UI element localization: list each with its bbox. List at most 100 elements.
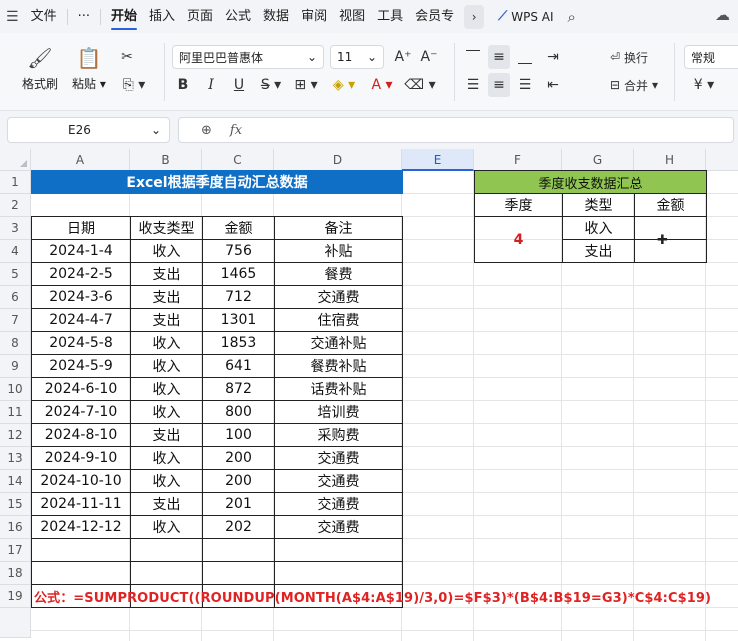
format-painter-button[interactable]: 🖌 格式刷 (22, 45, 58, 92)
cloud-icon[interactable]: ☁ (715, 6, 730, 24)
zoom-icon[interactable]: ⊕ (201, 123, 212, 138)
table-cell[interactable]: 2024-1-4 (31, 239, 131, 263)
row-header-11[interactable]: 11 (0, 401, 31, 424)
font-color-icon[interactable]: A ▾ (366, 73, 398, 97)
strikethrough-icon[interactable]: S̶ ▾ (256, 73, 286, 97)
align-bottom-icon[interactable]: ⎽ (514, 45, 536, 69)
row-header-5[interactable]: 5 (0, 263, 31, 286)
table-cell[interactable]: 2024-11-11 (31, 492, 131, 516)
table-cell[interactable]: 交通费 (274, 515, 403, 539)
align-right-icon[interactable]: ☰ (514, 73, 536, 97)
summary-type-cell[interactable]: 收入 (562, 216, 635, 240)
table-cell[interactable]: 756 (202, 239, 275, 263)
align-middle-icon[interactable]: ≡ (488, 45, 510, 69)
font-name-select[interactable]: 阿里巴巴普惠体 ⌄ (172, 45, 324, 69)
search-icon[interactable]: ⌕ (568, 8, 576, 26)
table-cell[interactable]: 712 (202, 285, 275, 309)
column-header-c[interactable]: C (202, 149, 274, 171)
tab-view[interactable]: 视图 (333, 0, 371, 33)
row-header-7[interactable]: 7 (0, 309, 31, 332)
tab-home[interactable]: 开始 (105, 0, 143, 33)
name-box[interactable]: E26 ⌄ (7, 117, 170, 143)
align-center-icon[interactable]: ≡ (488, 73, 510, 97)
currency-button[interactable]: ¥ ▾ (688, 73, 720, 97)
table-cell[interactable]: 支出 (130, 492, 203, 516)
select-all-corner[interactable] (0, 149, 31, 171)
decrease-font-icon[interactable]: A⁻ (418, 45, 440, 69)
fill-color-icon[interactable]: ◈ ▾ (328, 73, 360, 97)
column-header-h[interactable]: H (634, 149, 706, 171)
table-cell[interactable]: 100 (202, 423, 275, 447)
row-header-17[interactable]: 17 (0, 539, 31, 562)
table-cell[interactable]: 1465 (202, 262, 275, 286)
formula-input[interactable]: ⊕ fx (178, 117, 734, 143)
table-cell[interactable]: 800 (202, 400, 275, 424)
summary-season-cell[interactable]: 4 (474, 216, 563, 263)
column-header-a[interactable]: A (31, 149, 130, 171)
align-top-icon[interactable]: ⎺ (462, 45, 484, 69)
table-cell[interactable]: 收入 (130, 239, 203, 263)
bold-button[interactable]: B (172, 73, 194, 97)
summary-amount-cell[interactable] (634, 216, 707, 240)
empty-table-cell[interactable] (31, 538, 131, 562)
table-cell[interactable]: 2024-7-10 (31, 400, 131, 424)
row-header-14[interactable]: 14 (0, 470, 31, 493)
cut-icon[interactable]: ✂ (116, 45, 138, 69)
column-header-g[interactable]: G (562, 149, 634, 171)
table-cell[interactable]: 872 (202, 377, 275, 401)
increase-font-icon[interactable]: A⁺ (392, 45, 414, 69)
summary-type-cell[interactable]: 支出 (562, 239, 635, 263)
row-header-6[interactable]: 6 (0, 286, 31, 309)
table-cell[interactable]: 2024-9-10 (31, 446, 131, 470)
summary-header-cell[interactable]: 金额 (634, 193, 707, 217)
summary-title-cell[interactable]: 季度收支数据汇总 (474, 170, 707, 194)
merge-button[interactable]: ⊟ 合并 ▾ (606, 73, 662, 97)
table-cell[interactable]: 收入 (130, 377, 203, 401)
paste-button[interactable]: 📋 粘贴 ▾ (72, 45, 106, 92)
summary-amount-cell[interactable] (634, 239, 707, 263)
fx-icon[interactable]: fx (230, 123, 242, 138)
table-cell[interactable]: 2024-12-12 (31, 515, 131, 539)
table-cell[interactable]: 交通费 (274, 446, 403, 470)
table-cell[interactable]: 住宿费 (274, 308, 403, 332)
table-cell[interactable]: 收入 (130, 354, 203, 378)
empty-table-cell[interactable] (202, 561, 275, 585)
underline-button[interactable]: U (228, 73, 250, 97)
tab-page[interactable]: 页面 (181, 0, 219, 33)
summary-header-cell[interactable]: 季度 (474, 193, 563, 217)
table-cell[interactable]: 餐费 (274, 262, 403, 286)
font-size-select[interactable]: 11 ⌄ (330, 45, 384, 69)
table-header-cell[interactable]: 备注 (274, 216, 403, 240)
row-header-18[interactable]: 18 (0, 562, 31, 585)
empty-table-cell[interactable] (274, 561, 403, 585)
eraser-icon[interactable]: ⌫ ▾ (404, 73, 436, 97)
empty-table-cell[interactable] (130, 538, 203, 562)
empty-table-cell[interactable] (202, 538, 275, 562)
empty-table-cell[interactable] (274, 538, 403, 562)
table-cell[interactable]: 1301 (202, 308, 275, 332)
empty-table-cell[interactable] (31, 561, 131, 585)
table-header-cell[interactable]: 金额 (202, 216, 275, 240)
tab-data[interactable]: 数据 (257, 0, 295, 33)
table-cell[interactable]: 餐费补贴 (274, 354, 403, 378)
table-cell[interactable]: 交通补贴 (274, 331, 403, 355)
table-header-cell[interactable]: 收支类型 (130, 216, 203, 240)
table-cell[interactable]: 2024-5-8 (31, 331, 131, 355)
column-header-d[interactable]: D (274, 149, 402, 171)
chevron-right-icon[interactable]: › (464, 4, 485, 29)
column-header-b[interactable]: B (130, 149, 202, 171)
row-header-9[interactable]: 9 (0, 355, 31, 378)
table-cell[interactable]: 收入 (130, 469, 203, 493)
tab-member[interactable]: 会员专 (409, 0, 460, 33)
table-cell[interactable]: 1853 (202, 331, 275, 355)
table-cell[interactable]: 收入 (130, 515, 203, 539)
table-cell[interactable]: 200 (202, 469, 275, 493)
menu-file[interactable]: 文件 (25, 0, 63, 33)
table-cell[interactable]: 交通费 (274, 469, 403, 493)
outdent-icon[interactable]: ⇤ (542, 73, 564, 97)
table-cell[interactable]: 收入 (130, 446, 203, 470)
borders-icon[interactable]: ⊞ ▾ (290, 73, 322, 97)
table-cell[interactable]: 200 (202, 446, 275, 470)
table-cell[interactable]: 收入 (130, 400, 203, 424)
row-header-2[interactable]: 2 (0, 194, 31, 217)
